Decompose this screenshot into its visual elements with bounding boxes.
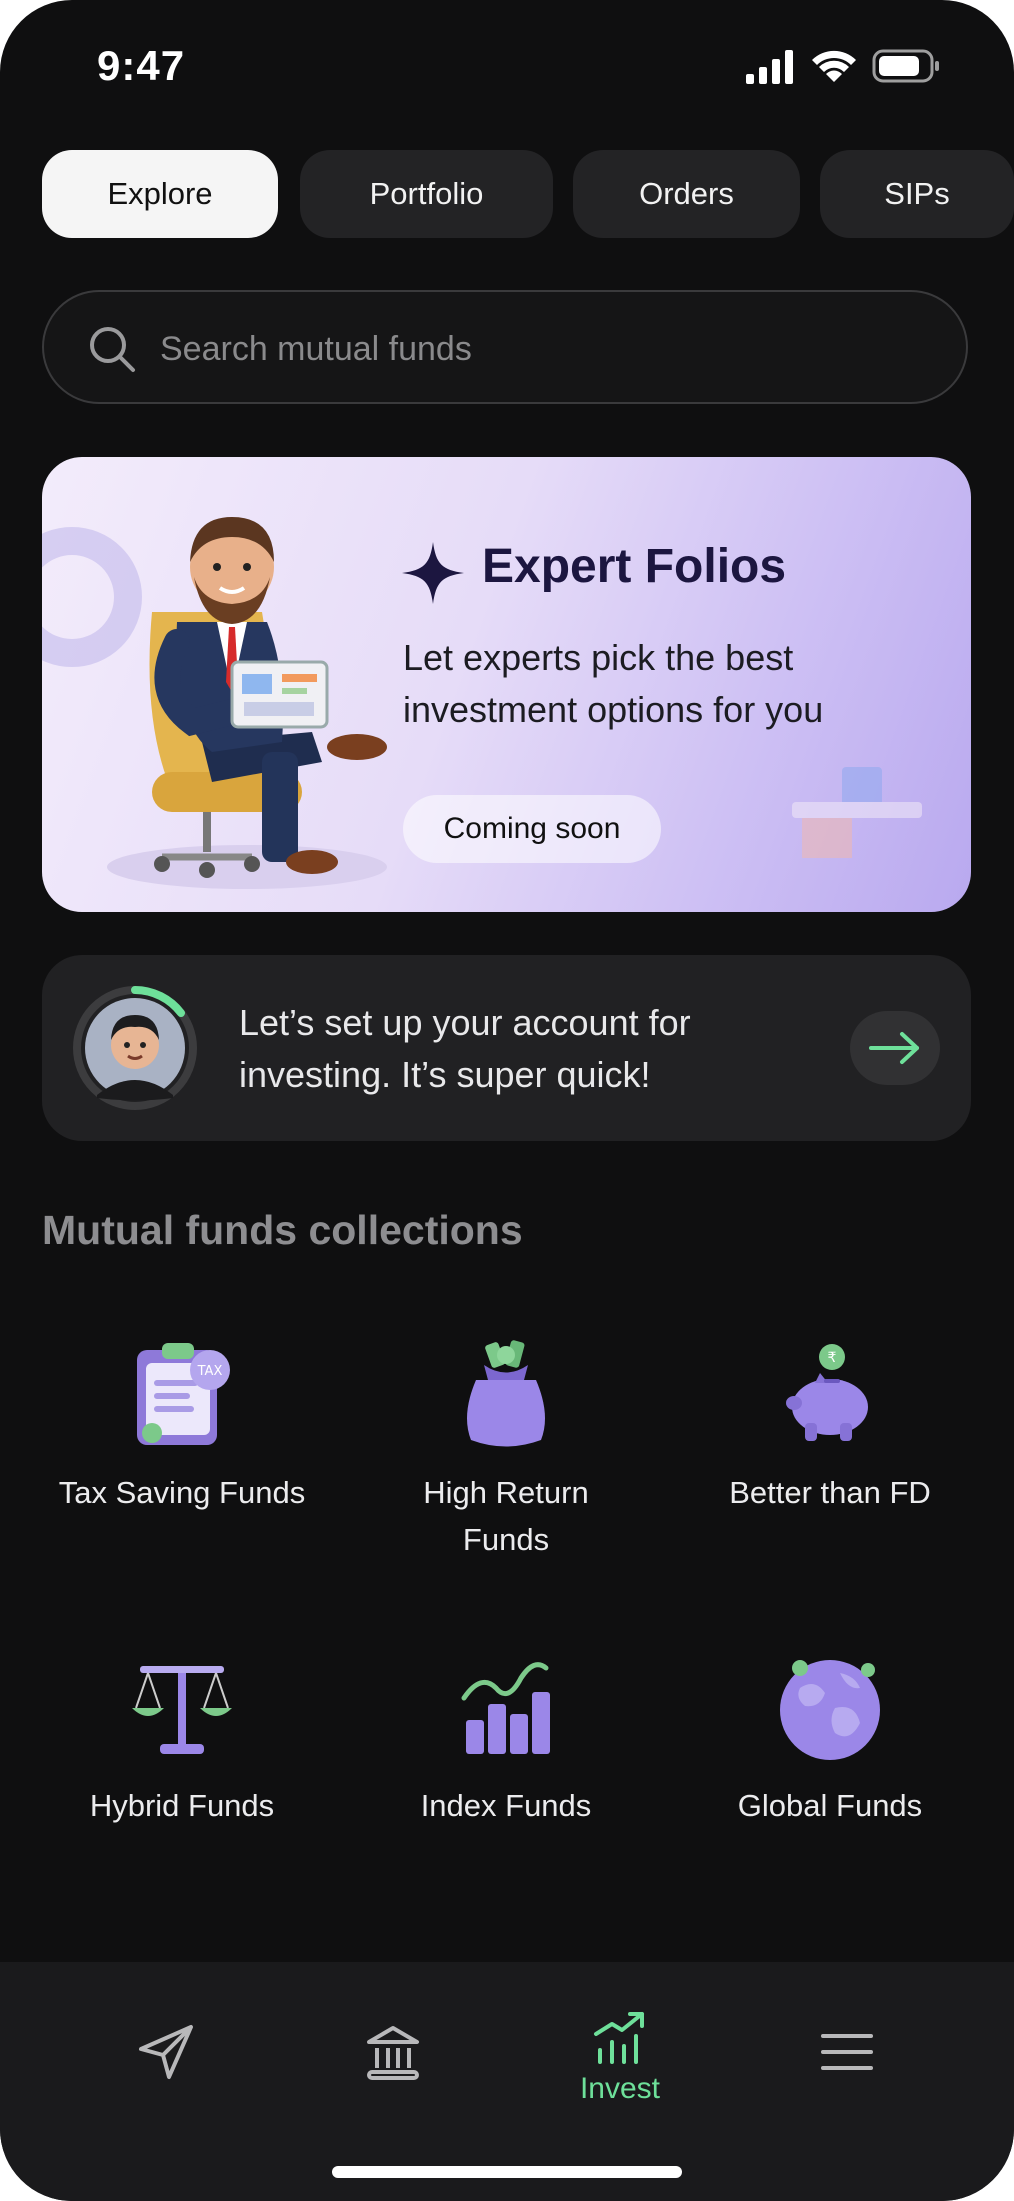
arrow-right-icon: [869, 1032, 919, 1064]
collection-better-than-fd[interactable]: ₹ Better than FD: [700, 1335, 960, 1516]
tab-explore[interactable]: Explore: [42, 150, 278, 238]
collection-label: Global Funds: [737, 1788, 923, 1823]
nav-invest[interactable]: Invest: [560, 2006, 680, 2116]
status-time: 9:47: [97, 42, 186, 89]
piggy-bank-icon: ₹: [786, 1344, 868, 1441]
setup-message: Let’s set up your account for investing.…: [239, 1002, 691, 1095]
cellular-signal-icon: [746, 50, 793, 84]
collection-tax-saving[interactable]: TAX Tax Saving Funds: [52, 1335, 312, 1516]
expert-folios-banner[interactable]: Expert Folios Let experts pick the best …: [42, 457, 971, 912]
globe-icon: [780, 1660, 880, 1760]
desk-decoration-icon: [792, 767, 922, 858]
collection-label: Better than FD: [729, 1475, 931, 1510]
banner-title: Expert Folios: [482, 540, 787, 593]
collections-title: Mutual funds collections: [42, 1207, 523, 1253]
nav-bank[interactable]: [333, 2022, 453, 2132]
collection-hybrid[interactable]: Hybrid Funds: [52, 1648, 312, 1829]
money-bag-icon: [467, 1340, 545, 1447]
invest-chart-icon: [594, 2012, 644, 2064]
bar-chart-icon: [461, 1662, 550, 1754]
tab-portfolio[interactable]: Portfolio: [300, 150, 553, 238]
home-indicator[interactable]: [332, 2166, 682, 2178]
svg-text:₹: ₹: [828, 1350, 837, 1366]
search-bar[interactable]: [42, 290, 968, 404]
collection-label: High Return Funds: [423, 1475, 589, 1557]
nav-label-invest: Invest: [579, 2072, 661, 2105]
avatar: [73, 986, 197, 1110]
tab-orders[interactable]: Orders: [573, 150, 800, 238]
account-setup-card[interactable]: Let’s set up your account for investing.…: [42, 955, 971, 1141]
collection-high-return[interactable]: High Return Funds: [376, 1335, 636, 1563]
collection-index[interactable]: Index Funds: [376, 1648, 636, 1829]
collection-global[interactable]: Global Funds: [700, 1648, 960, 1829]
tab-sips[interactable]: SIPs: [820, 150, 1014, 238]
app-screen: 9:47 Explore Portfolio Orders SIPs Searc…: [0, 0, 1014, 2201]
tax-clipboard-icon: TAX: [137, 1343, 230, 1445]
nav-send[interactable]: [106, 2022, 226, 2132]
businessman-illustration: [107, 517, 387, 889]
collection-label: Index Funds: [420, 1788, 592, 1823]
send-icon: [139, 2025, 193, 2079]
collection-label: Hybrid Funds: [89, 1788, 275, 1823]
coming-soon-button[interactable]: Coming soon: [403, 795, 661, 863]
setup-arrow-button[interactable]: [850, 1011, 940, 1085]
nav-menu[interactable]: [787, 2022, 907, 2132]
status-bar: 9:47: [0, 0, 1014, 130]
banner-description: Let experts pick the best investment opt…: [403, 637, 824, 730]
svg-text:TAX: TAX: [197, 1364, 223, 1379]
top-tabs: Explore Portfolio Orders SIPs: [42, 150, 1014, 240]
sparkle-icon: [402, 542, 464, 604]
bank-icon: [367, 2026, 419, 2080]
wifi-icon: [812, 50, 856, 82]
search-icon: [90, 327, 135, 372]
battery-icon: [872, 49, 939, 83]
search-input[interactable]: [158, 320, 922, 378]
collection-label: Tax Saving Funds: [58, 1475, 306, 1510]
menu-icon: [821, 2034, 873, 2070]
balance-scale-icon: [132, 1666, 232, 1754]
